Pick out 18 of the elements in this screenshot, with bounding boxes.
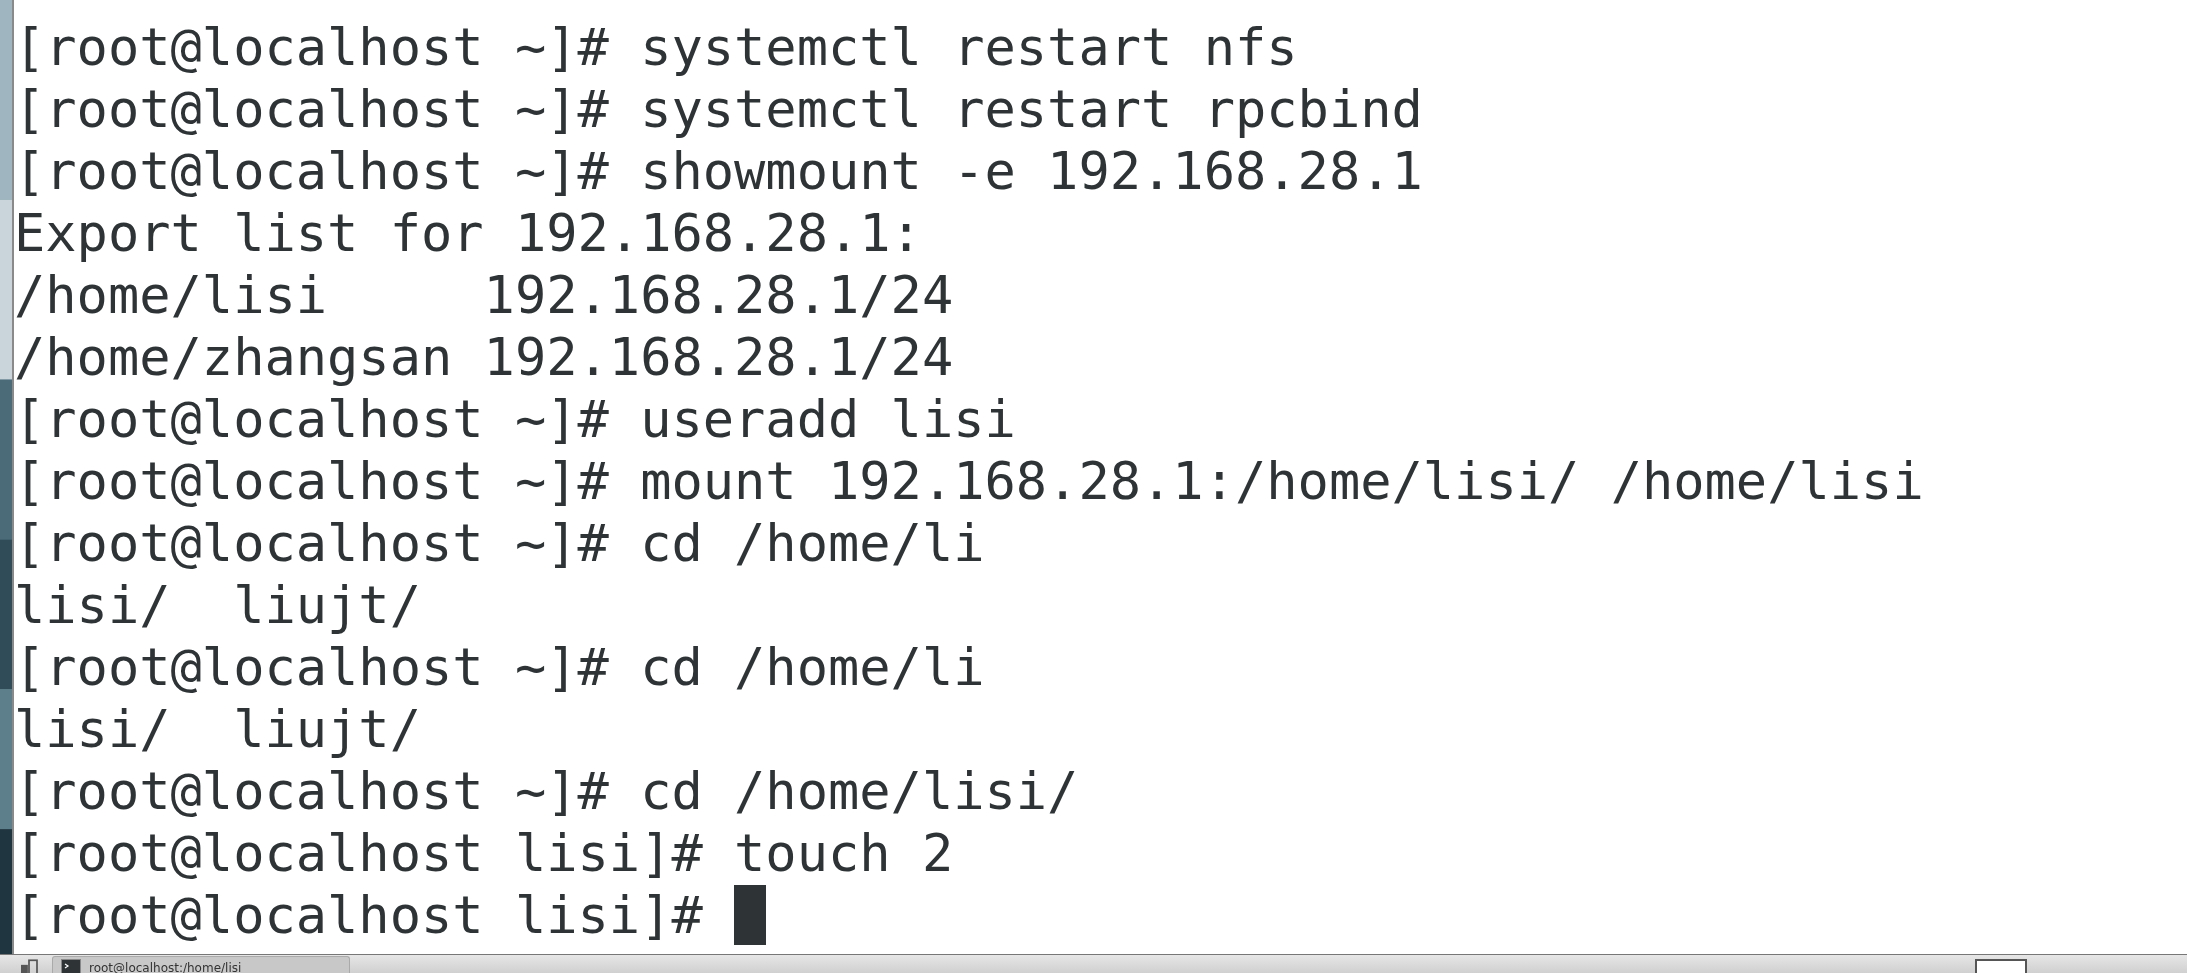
terminal-line: [root@localhost ~]# systemctl restart nfs (14, 16, 1298, 78)
tray-box[interactable] (1975, 959, 2027, 973)
terminal-line: [root@localhost ~]# useradd lisi (14, 388, 1016, 450)
terminal-icon (61, 959, 81, 973)
terminal-line: [root@localhost ~]# systemctl restart rpcbind (14, 78, 1423, 140)
terminal-line: [root@localhost ~]# cd /home/lisi/ (14, 760, 1079, 822)
terminal-line: lisi/ liujt/ (14, 574, 421, 636)
terminal-line: lisi/ liujt/ (14, 698, 421, 760)
terminal-line: [root@localhost lisi]# touch 2 (14, 822, 954, 884)
terminal-line: [root@localhost ~]# mount 192.168.28.1:/home/lisi/ /home/lisi (14, 450, 1924, 512)
terminal-line: /home/lisi 192.168.28.1/24 (14, 264, 954, 326)
show-desktop-icon[interactable] (18, 958, 40, 973)
terminal-line: /home/zhangsan 192.168.28.1/24 (14, 326, 954, 388)
terminal-line: [root@localhost ~]# showmount -e 192.168.28.1 (14, 140, 1423, 202)
terminal-line: [root@localhost ~]# cd /home/li (14, 512, 985, 574)
terminal-line: [root@localhost lisi]# (14, 884, 704, 946)
terminal-line: [root@localhost ~]# cd /home/li (14, 636, 985, 698)
terminal-line: Export list for 192.168.28.1: (14, 202, 922, 264)
